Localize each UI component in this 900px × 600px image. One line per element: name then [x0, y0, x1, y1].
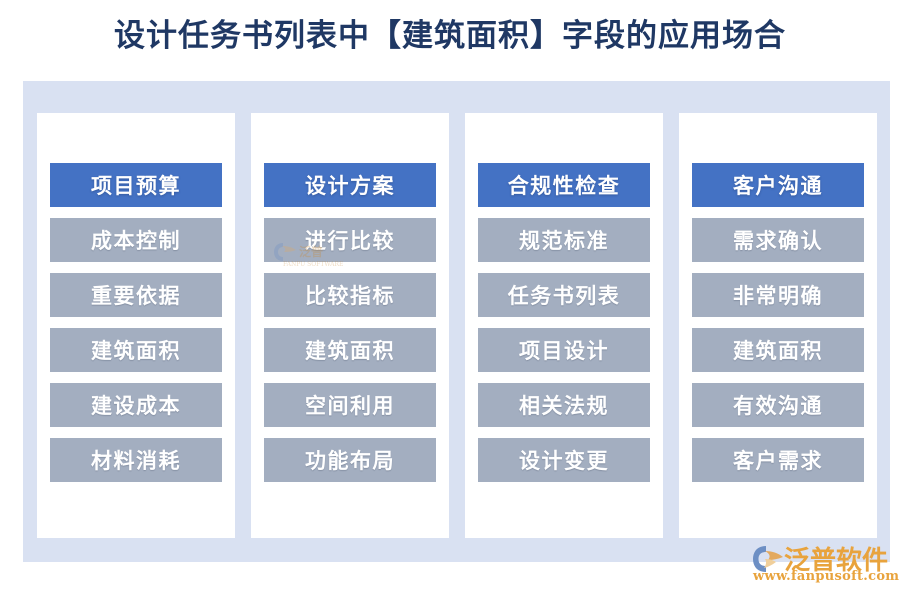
column-item[interactable]: 材料消耗	[50, 438, 222, 482]
column-item[interactable]: 建筑面积	[50, 328, 222, 372]
column-header[interactable]: 设计方案	[264, 163, 436, 207]
column-item[interactable]: 有效沟通	[692, 383, 864, 427]
column-item[interactable]: 空间利用	[264, 383, 436, 427]
column-header[interactable]: 客户沟通	[692, 163, 864, 207]
brand-logo: 泛普软件 www.fanpusoft.com	[752, 543, 899, 589]
column-item[interactable]: 任务书列表	[478, 273, 650, 317]
column-item[interactable]: 非常明确	[692, 273, 864, 317]
column-item[interactable]: 相关法规	[478, 383, 650, 427]
column-item[interactable]: 设计变更	[478, 438, 650, 482]
brand-url: www.fanpusoft.com	[753, 569, 900, 584]
column-item[interactable]: 建筑面积	[692, 328, 864, 372]
column-item[interactable]: 进行比较	[264, 218, 436, 262]
column-card: 项目预算成本控制重要依据建筑面积建设成本材料消耗	[37, 113, 235, 538]
column-item[interactable]: 规范标准	[478, 218, 650, 262]
column-item[interactable]: 需求确认	[692, 218, 864, 262]
column-item[interactable]: 成本控制	[50, 218, 222, 262]
column-item[interactable]: 功能布局	[264, 438, 436, 482]
column-item[interactable]: 建设成本	[50, 383, 222, 427]
column-header[interactable]: 项目预算	[50, 163, 222, 207]
column-card: 客户沟通需求确认非常明确建筑面积有效沟通客户需求	[679, 113, 877, 538]
column-item[interactable]: 项目设计	[478, 328, 650, 372]
column-item[interactable]: 建筑面积	[264, 328, 436, 372]
page-title: 设计任务书列表中【建筑面积】字段的应用场合	[114, 18, 786, 54]
column-header[interactable]: 合规性检查	[478, 163, 650, 207]
column-card: 设计方案 进行比较 比较指标 建筑面积 空间利用 功能布局 泛普 FANPU SOFTWARE	[251, 113, 449, 538]
column-card: 合规性检查规范标准任务书列表项目设计相关法规设计变更	[465, 113, 663, 538]
columns-container: 项目预算 成本控制 重要依据 建筑面积 建设成本 材料消耗 设计方案 进行比较 比较指标 建筑面积…	[37, 113, 877, 538]
column-item[interactable]: 比较指标	[264, 273, 436, 317]
column-item[interactable]: 客户需求	[692, 438, 864, 482]
column-item[interactable]: 重要依据	[50, 273, 222, 317]
